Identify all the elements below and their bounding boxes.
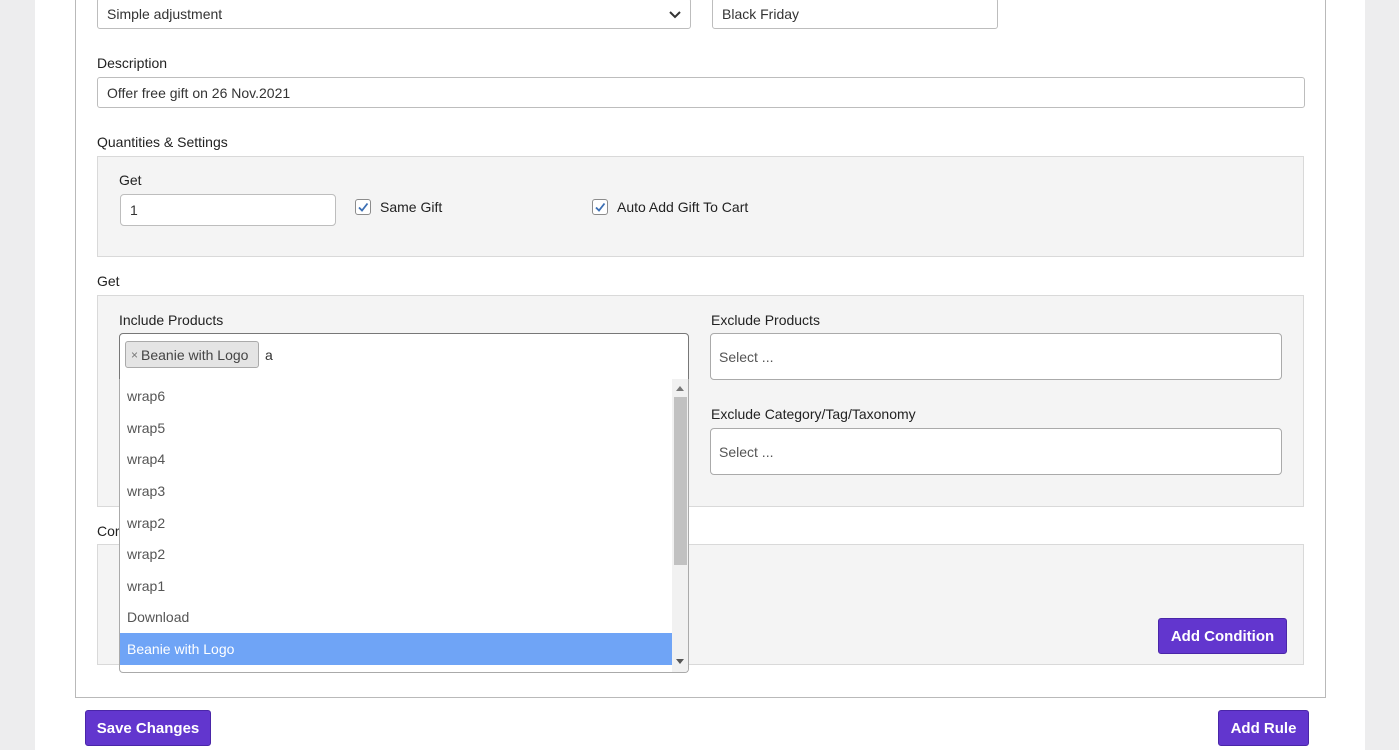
product-search-input[interactable]: a <box>265 347 273 363</box>
conditions-label: Cor <box>97 523 120 539</box>
exclude-products-label: Exclude Products <box>711 312 820 328</box>
tag-label: Beanie with Logo <box>141 346 249 363</box>
exclude-taxonomy-select[interactable]: Select ... <box>710 428 1282 475</box>
include-products-label: Include Products <box>119 312 224 328</box>
tag-remove-icon[interactable]: × <box>131 348 138 362</box>
exclude-products-select[interactable]: Select ... <box>710 333 1282 380</box>
get-section-label: Get <box>97 273 120 289</box>
exclude-taxonomy-label: Exclude Category/Tag/Taxonomy <box>711 406 916 422</box>
list-item[interactable]: wrap4 <box>120 443 672 475</box>
list-item-highlighted[interactable]: Beanie with Logo <box>120 633 672 665</box>
rule-title-value: Black Friday <box>722 5 800 22</box>
include-products-select[interactable]: × Beanie with Logo a <box>119 333 689 380</box>
list-item[interactable]: wrap2 <box>120 538 672 570</box>
checkmark-icon <box>595 202 606 212</box>
list-item[interactable]: wrap2 <box>120 507 672 539</box>
list-item[interactable]: wrap3 <box>120 475 672 507</box>
chevron-down-icon <box>669 10 681 18</box>
get-quantity-value: 1 <box>130 202 138 218</box>
rule-type-value: Simple adjustment <box>107 5 223 22</box>
auto-add-gift-label: Auto Add Gift To Cart <box>617 199 749 215</box>
list-item[interactable]: wrap5 <box>120 412 672 444</box>
save-changes-button[interactable]: Save Changes <box>85 710 211 746</box>
list-item[interactable]: wrap6 <box>120 380 672 412</box>
checkmark-icon <box>358 202 369 212</box>
product-dropdown-list: wrap6 wrap5 wrap4 wrap3 wrap2 wrap2 wrap… <box>119 379 689 673</box>
scroll-down-icon[interactable] <box>676 659 684 664</box>
description-input[interactable]: Offer free gift on 26 Nov.2021 <box>97 77 1305 108</box>
scroll-up-icon[interactable] <box>676 386 684 391</box>
auto-add-gift-checkbox[interactable] <box>592 199 608 215</box>
get-quantity-input[interactable]: 1 <box>120 194 336 226</box>
rule-type-select[interactable]: Simple adjustment <box>97 0 691 29</box>
same-gift-checkbox[interactable] <box>355 199 371 215</box>
description-label: Description <box>97 55 168 71</box>
exclude-products-placeholder: Select ... <box>719 348 774 365</box>
exclude-taxonomy-placeholder: Select ... <box>719 443 774 460</box>
get-quantity-label: Get <box>119 172 142 188</box>
description-value: Offer free gift on 26 Nov.2021 <box>107 84 291 101</box>
add-rule-button[interactable]: Add Rule <box>1218 710 1309 746</box>
list-item[interactable]: Download <box>120 601 672 633</box>
list-item[interactable]: wrap1 <box>120 570 672 602</box>
rule-title-input[interactable]: Black Friday <box>712 0 998 29</box>
same-gift-label: Same Gift <box>380 199 443 215</box>
quantities-settings-label: Quantities & Settings <box>97 134 228 150</box>
scrollbar-thumb[interactable] <box>674 397 687 565</box>
selected-tag: × Beanie with Logo <box>125 341 259 368</box>
add-condition-button[interactable]: Add Condition <box>1158 618 1287 654</box>
